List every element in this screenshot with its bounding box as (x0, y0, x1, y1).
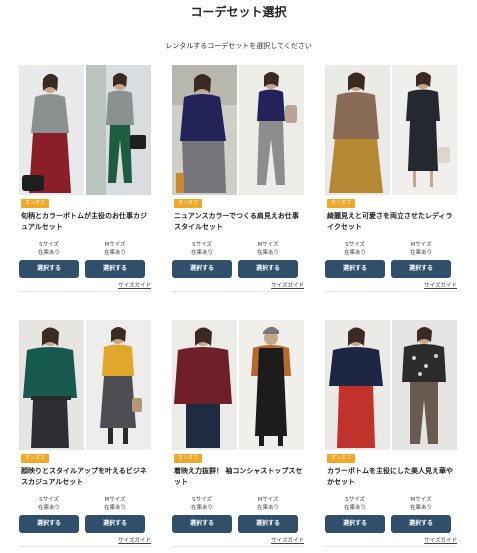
m-size-stock: Mサイズ 在庫あり (238, 496, 298, 512)
s-size-label: Sサイズ (345, 242, 365, 248)
outfit-photo-bottom (392, 65, 457, 195)
outfit-photo-top (172, 65, 237, 195)
select-m-button[interactable]: 選択する (391, 260, 451, 278)
s-size-label: Sサイズ (192, 497, 212, 503)
outfit-photos[interactable] (172, 65, 304, 195)
m-size-label: Mサイズ (410, 497, 432, 503)
size-guide-link[interactable]: サイズガイド (118, 536, 151, 544)
card-divider (172, 291, 304, 292)
outfit-photo-top (19, 65, 84, 195)
outfit-photo-top (19, 320, 84, 450)
on-off-badge: オンオフ (21, 454, 50, 463)
page-title: コーデセット選択 (190, 5, 287, 19)
select-m-button[interactable]: 選択する (85, 515, 145, 533)
size-guide-link[interactable]: サイズガイド (424, 281, 457, 289)
m-size-stock: Mサイズ 在庫あり (85, 496, 145, 512)
card-divider (172, 546, 304, 547)
m-size-stock: Mサイズ 在庫あり (238, 241, 298, 257)
s-size-stock: Sサイズ 在庫あり (325, 496, 385, 512)
coordinate-card: オンオフ カラーボトムを主役にした美人見え華やかセット Sサイズ 在庫あり Mサ… (325, 320, 457, 550)
m-size-label: Mサイズ (410, 242, 432, 248)
outfit-photos[interactable] (325, 65, 457, 195)
coordinate-title: 顔映りとスタイルアップを叶えるビジネスカジュアルセット (21, 467, 147, 486)
select-s-button[interactable]: 選択する (325, 515, 385, 533)
select-m-button[interactable]: 選択する (238, 515, 298, 533)
on-off-badge: オンオフ (21, 199, 50, 208)
card-divider (19, 291, 151, 292)
m-size-stock: Mサイズ 在庫あり (85, 241, 145, 257)
on-off-badge: オンオフ (174, 454, 203, 463)
outfit-photo-bottom (392, 320, 457, 450)
s-stock-status: 在庫あり (37, 250, 60, 256)
page-subtitle: レンタルするコーデセットを選択してください (165, 42, 312, 50)
coordinate-card: オンオフ 着映え力抜群！ 袖コンシャストップスセット Sサイズ 在庫あり Mサイ… (172, 320, 304, 550)
m-size-label: Mサイズ (257, 497, 279, 503)
coordinate-card: オンオフ 旬柄とカラーボトムが主役のお仕事カジュアルセット Sサイズ 在庫あり … (19, 65, 151, 295)
outfit-photo-top (325, 65, 390, 195)
s-size-stock: Sサイズ 在庫あり (325, 241, 385, 257)
s-size-label: Sサイズ (39, 497, 59, 503)
select-s-button[interactable]: 選択する (325, 260, 385, 278)
s-size-stock: Sサイズ 在庫あり (172, 241, 232, 257)
outfit-photo-top (172, 320, 237, 450)
m-size-label: Mサイズ (104, 242, 126, 248)
s-size-stock: Sサイズ 在庫あり (19, 241, 79, 257)
size-guide-link[interactable]: サイズガイド (118, 281, 151, 289)
select-s-button[interactable]: 選択する (19, 515, 79, 533)
coordinate-card: オンオフ 顔映りとスタイルアップを叶えるビジネスカジュアルセット Sサイズ 在庫… (19, 320, 151, 550)
s-stock-status: 在庫あり (190, 505, 213, 511)
on-off-badge: オンオフ (327, 199, 356, 208)
select-m-button[interactable]: 選択する (238, 260, 298, 278)
card-divider (19, 546, 151, 547)
select-m-button[interactable]: 選択する (85, 260, 145, 278)
outfit-photo-bottom (239, 320, 304, 450)
s-size-label: Sサイズ (345, 497, 365, 503)
outfit-photos[interactable] (172, 320, 304, 450)
on-off-badge: オンオフ (174, 199, 203, 208)
m-size-label: Mサイズ (104, 497, 126, 503)
size-guide-link[interactable]: サイズガイド (271, 536, 304, 544)
m-stock-status: 在庫あり (409, 250, 432, 256)
outfit-photos[interactable] (19, 320, 151, 450)
coordinate-card: オンオフ 綺麗見えと可愛さを両立させたレディライクセット Sサイズ 在庫あり M… (325, 65, 457, 295)
select-s-button[interactable]: 選択する (172, 260, 232, 278)
m-stock-status: 在庫あり (103, 505, 126, 511)
m-stock-status: 在庫あり (103, 250, 126, 256)
m-size-stock: Mサイズ 在庫あり (391, 241, 451, 257)
coordinate-title: 旬柄とカラーボトムが主役のお仕事カジュアルセット (21, 212, 147, 231)
on-off-badge: オンオフ (327, 454, 356, 463)
m-stock-status: 在庫あり (409, 505, 432, 511)
select-s-button[interactable]: 選択する (172, 515, 232, 533)
outfit-photo-bottom (86, 320, 151, 450)
outfit-photo-bottom (239, 65, 304, 195)
m-stock-status: 在庫あり (256, 505, 279, 511)
outfit-photos[interactable] (325, 320, 457, 450)
select-s-button[interactable]: 選択する (19, 260, 79, 278)
coordinate-title: カラーボトムを主役にした美人見え華やかセット (327, 467, 453, 486)
s-size-stock: Sサイズ 在庫あり (19, 496, 79, 512)
s-stock-status: 在庫あり (343, 505, 366, 511)
card-divider (325, 291, 457, 292)
card-divider (325, 546, 457, 547)
outfit-photo-top (325, 320, 390, 450)
m-stock-status: 在庫あり (256, 250, 279, 256)
outfit-photo-bottom (86, 65, 151, 195)
coordinate-card: オンオフ ニュアンスカラーでつくる肩見えお仕事スタイルセット Sサイズ 在庫あり… (172, 65, 304, 295)
s-size-stock: Sサイズ 在庫あり (172, 496, 232, 512)
select-m-button[interactable]: 選択する (391, 515, 451, 533)
coordinate-title: 綺麗見えと可愛さを両立させたレディライクセット (327, 212, 453, 231)
s-stock-status: 在庫あり (190, 250, 213, 256)
coordinate-title: ニュアンスカラーでつくる肩見えお仕事スタイルセット (174, 212, 299, 231)
coordinate-title: 着映え力抜群！ 袖コンシャストップスセット (174, 467, 303, 486)
s-stock-status: 在庫あり (343, 250, 366, 256)
size-guide-link[interactable]: サイズガイド (271, 281, 304, 289)
s-stock-status: 在庫あり (37, 505, 60, 511)
m-size-label: Mサイズ (257, 242, 279, 248)
s-size-label: Sサイズ (192, 242, 212, 248)
outfit-photos[interactable] (19, 65, 151, 195)
size-guide-link[interactable]: サイズガイド (424, 536, 457, 544)
s-size-label: Sサイズ (39, 242, 59, 248)
m-size-stock: Mサイズ 在庫あり (391, 496, 451, 512)
